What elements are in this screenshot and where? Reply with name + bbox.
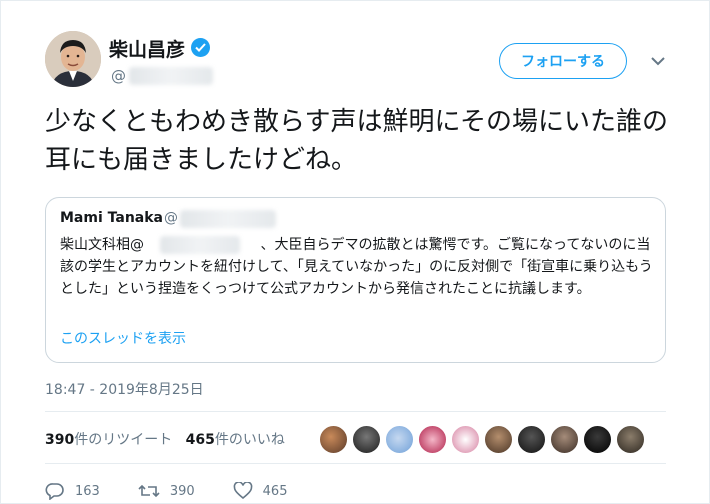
liker-avatar[interactable] (616, 425, 645, 454)
like-stat-label[interactable]: 件のいいね (215, 432, 285, 448)
liker-avatar[interactable] (352, 425, 381, 454)
avatar-image (45, 31, 101, 87)
reply-icon (45, 483, 64, 500)
divider (45, 463, 666, 464)
retweet-icon (138, 484, 160, 498)
retweet-stat-label[interactable]: 件のリツイート (74, 432, 172, 448)
reply-button[interactable]: 163 (45, 482, 100, 500)
show-thread-link[interactable]: このスレッドを表示 (60, 328, 186, 348)
like-stat-count[interactable]: 465 (186, 432, 215, 448)
like-button[interactable]: 465 (233, 482, 288, 500)
follow-button[interactable]: フォローする (499, 43, 627, 79)
handle-prefix[interactable]: @ (111, 67, 126, 85)
liker-avatars (319, 425, 645, 454)
quote-author-name[interactable]: Mami Tanaka (60, 210, 163, 226)
retweet-button[interactable]: 390 (138, 483, 195, 499)
liker-avatar[interactable] (517, 425, 546, 454)
liker-avatar[interactable] (418, 425, 447, 454)
display-name[interactable]: 柴山昌彦 (109, 35, 185, 62)
verified-badge-icon (191, 38, 210, 57)
chevron-down-icon[interactable] (649, 53, 667, 67)
liker-avatar[interactable] (550, 425, 579, 454)
timestamp[interactable]: 18:47 - 2019年8月25日 (45, 379, 204, 399)
blurred-quote-handle (180, 210, 276, 228)
engagement-stats: 390件のリツイート 465件のいいね (45, 429, 285, 449)
liker-avatar[interactable] (385, 425, 414, 454)
reply-count: 163 (75, 483, 100, 499)
quoted-tweet[interactable]: Mami Tanaka @ 柴山文科相@ 、大臣自らデマの拡散とは驚愕です。ご覧… (45, 197, 666, 363)
like-count: 465 (262, 483, 288, 499)
retweet-stat-count[interactable]: 390 (45, 432, 74, 448)
liker-avatar[interactable] (451, 425, 480, 454)
avatar[interactable] (45, 31, 101, 87)
liker-avatar[interactable] (319, 425, 348, 454)
quote-author-at[interactable]: @ (164, 210, 178, 226)
tweet-card: 柴山昌彦 @ フォローする 少なくともわめき散らす声は鮮明にその場にいた誰の耳に… (0, 0, 710, 504)
tweet-text: 少なくともわめき散らす声は鮮明にその場にいた誰の耳にも届きましたけどね。 (45, 107, 668, 175)
action-bar: 163 390 465 (45, 482, 325, 500)
liker-avatar[interactable] (583, 425, 612, 454)
blurred-handle (129, 67, 213, 85)
quote-body: 柴山文科相@ 、大臣自らデマの拡散とは驚愕です。ご覧になってないのに当該の学生と… (60, 237, 653, 297)
liker-avatar[interactable] (484, 425, 513, 454)
retweet-count: 390 (169, 483, 195, 499)
heart-icon (233, 482, 252, 500)
divider (45, 411, 666, 412)
blurred-mention (160, 236, 240, 254)
